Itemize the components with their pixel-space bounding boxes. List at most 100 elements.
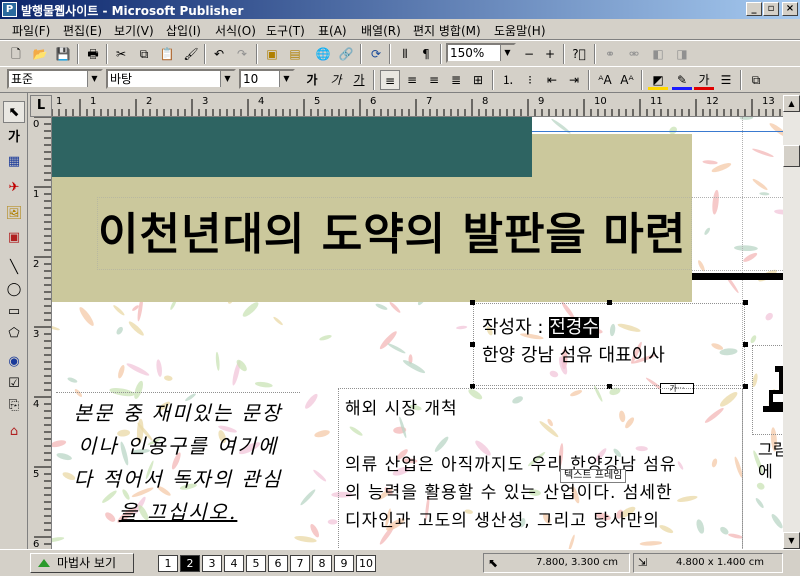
menu-insert[interactable]: 삽입(I) [166,22,201,39]
menu-edit[interactable]: 편집(E) [63,22,102,39]
ruler-origin[interactable]: L [30,95,52,117]
special-characters-icon[interactable]: ¶ [416,44,436,64]
scroll-up-icon[interactable]: ▲ [783,95,800,112]
author-text-frame[interactable]: 작성자 : 전경수 한양 강남 섬유 대표이사 [473,303,745,386]
form-control-icon[interactable]: ☑ [3,373,25,395]
horizontal-ruler[interactable]: 1 2 3 4 5 6 7 8 9 10 11 12 13 1 [52,95,783,117]
frame-properties-icon[interactable]: ⧉ [746,70,766,90]
refresh-icon[interactable]: ⟳ [366,44,386,64]
minimize-button[interactable]: _ [746,2,762,16]
previous-frame-icon[interactable]: ◧ [648,44,668,64]
vertical-scrollbar[interactable]: ▲ ▼ [783,95,800,549]
page-button-6[interactable]: 6 [268,555,288,572]
increase-font-icon[interactable]: ᴬA [595,70,615,90]
publisher-icon[interactable]: P [2,2,17,17]
menu-mail-merge[interactable]: 편지 병합(M) [413,22,481,39]
unlink-text-frame-icon[interactable]: ⚮ [624,44,644,64]
print-icon[interactable]: 🖶 [83,44,103,64]
menu-format[interactable]: 서식(O) [215,22,256,39]
font-size-combo[interactable]: 10 ▼ [239,69,295,89]
menu-help[interactable]: 도움말(H) [494,22,546,39]
save-icon[interactable]: 💾 [53,44,73,64]
decrease-indent-icon[interactable]: ⇤ [542,70,562,90]
paste-icon[interactable]: 📋 [157,44,177,64]
distribute-icon[interactable]: ⊞ [468,70,488,90]
wordart-icon[interactable]: ✈ [3,177,25,199]
menu-arrange[interactable]: 배열(R) [361,22,401,39]
line-style-icon[interactable]: ☰ [716,70,736,90]
page-button-5[interactable]: 5 [246,555,266,572]
chevron-down-icon[interactable]: ▼ [220,71,234,87]
font-color-button[interactable]: 가 [694,70,714,90]
page-button-1[interactable]: 1 [158,555,178,572]
page-button-9[interactable]: 9 [334,555,354,572]
design-gallery-icon[interactable]: ⌂ [3,421,25,443]
style-combo[interactable]: 표준 ▼ [7,69,103,89]
next-frame-icon[interactable]: ◨ [672,44,692,64]
selection-handle[interactable] [743,300,748,305]
menu-file[interactable]: 파일(F) [12,22,50,39]
cut-icon[interactable]: ✂ [111,44,131,64]
scroll-thumb[interactable] [783,145,800,167]
boundaries-icon[interactable]: ⦀ [395,44,415,64]
zoom-combo[interactable]: 150% ▼ [446,43,516,63]
selection-handle[interactable] [743,342,748,347]
clip-art-icon[interactable]: ▣ [3,227,25,249]
fill-color-icon[interactable]: ◩ [648,70,668,90]
close-button[interactable]: × [782,2,798,16]
justify-icon[interactable]: ≣ [446,70,466,90]
headline-text-frame[interactable]: 이천년대의 도약의 발판을 마련 [97,197,692,270]
document-canvas[interactable]: 이천년대의 도약의 발판을 마련 작성자 : 전경수 한양 강남 섬유 대표이사… [52,117,783,549]
link-text-frame-icon[interactable]: ⚭ [600,44,620,64]
vertical-ruler[interactable]: 0 1 2 3 4 5 6 [30,117,52,549]
zoom-out-icon[interactable]: − [519,44,539,64]
copy-icon[interactable]: ⧉ [134,44,154,64]
bullets-icon[interactable]: ⁝ [520,70,540,90]
page-button-10[interactable]: 10 [356,555,376,572]
decrease-font-icon[interactable]: Aᴬ [617,70,637,90]
caption-text-frame[interactable]: 그림 에 [758,439,783,483]
line-color-icon[interactable]: ✎ [672,70,692,90]
italic-button[interactable]: 가 [326,70,346,90]
open-icon[interactable]: 📂 [30,44,50,64]
page-button-7[interactable]: 7 [290,555,310,572]
hot-spot-icon[interactable]: ◉ [3,351,25,373]
increase-indent-icon[interactable]: ⇥ [564,70,584,90]
page-button-3[interactable]: 3 [202,555,222,572]
selection-handle[interactable] [743,384,748,389]
hyperlink-icon[interactable]: 🔗 [336,44,356,64]
scroll-down-icon[interactable]: ▼ [783,532,800,549]
oval-tool-icon[interactable]: ◯ [3,279,25,301]
zoom-in-icon[interactable]: + [540,44,560,64]
line-tool-icon[interactable]: ╲ [3,257,25,279]
page-button-8[interactable]: 8 [312,555,332,572]
rectangle-tool-icon[interactable]: ▭ [3,301,25,323]
align-left-icon[interactable]: ≡ [380,70,400,90]
pull-quote-text-frame[interactable]: 본문 중 재미있는 문장 이나 인용구를 여기에 다 적어서 독자의 관심 을 … [56,392,300,549]
menu-view[interactable]: 보기(V) [114,22,154,39]
chevron-down-icon[interactable]: ▼ [87,71,101,87]
web-preview-icon[interactable]: 🌐 [313,44,333,64]
html-code-icon[interactable]: ⎘ [3,395,25,417]
font-combo[interactable]: 바탕 ▼ [106,69,236,89]
menu-tools[interactable]: 도구(T) [266,22,305,39]
maximize-button[interactable]: ▫ [763,2,779,16]
bring-to-front-icon[interactable]: ▣ [262,44,282,64]
picture-frame[interactable] [752,345,783,435]
page-button-4[interactable]: 4 [224,555,244,572]
numbering-icon[interactable]: ⒈ [498,70,518,90]
table-frame-icon[interactable]: ▦ [3,151,25,173]
redo-icon[interactable]: ↷ [232,44,252,64]
picture-frame-icon[interactable]: 🖼 [3,203,25,225]
chevron-down-icon[interactable]: ▼ [279,71,293,87]
underline-button[interactable]: 가 [349,70,369,90]
bold-button[interactable]: 가 [302,70,322,90]
custom-shapes-icon[interactable]: ⬠ [3,323,25,345]
selection-handle[interactable] [470,300,475,305]
format-painter-icon[interactable]: 🖌 [181,44,201,64]
chevron-down-icon[interactable]: ▼ [500,45,514,61]
new-icon[interactable]: 🗋 [6,44,26,64]
show-wizard-button[interactable]: 마법사 보기 [30,553,134,573]
selection-handle[interactable] [607,300,612,305]
pointer-icon[interactable]: ⬉ [3,101,25,123]
